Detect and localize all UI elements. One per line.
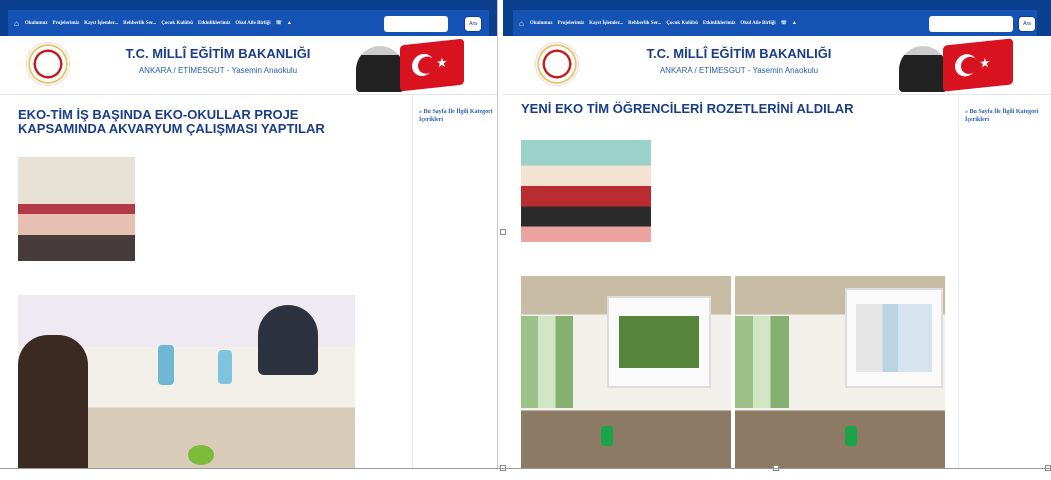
nav-item-okul-aile[interactable]: Okul Aile Birliği xyxy=(740,21,775,26)
site-title: T.C. MİLLÎ EĞİTİM BAKANLIĞI xyxy=(125,46,311,61)
bottom-border xyxy=(0,468,1051,469)
crescent-shape xyxy=(955,53,977,78)
search-button[interactable]: Ara xyxy=(1018,16,1036,32)
nav-item-etkinliklerimiz[interactable]: Etkinliklerimiz xyxy=(703,21,736,26)
site-subtitle: ANKARA / ETİMESGUT - Yasemin Anaokulu xyxy=(659,66,819,75)
water-bottle-2 xyxy=(218,350,232,384)
nav-item-projelerimiz[interactable]: Projelerimiz xyxy=(558,21,585,26)
sidebar-category-link[interactable]: » Bu Sayfa İle İlgili Kategori İçerikler… xyxy=(419,108,494,124)
site-header: T.C. MİLLÎ EĞİTİM BAKANLIĞI ANKARA / ETİ… xyxy=(0,36,497,95)
left-screenshot: ⌂ Okulumuz Projelerimiz Kayıt İşlemler..… xyxy=(0,0,497,468)
turkish-flag: ★ xyxy=(400,38,464,92)
article-title: YENİ EKO TİM ÖĞRENCİLERİ ROZETLERİNİ ALD… xyxy=(521,101,854,116)
article-photo-children xyxy=(18,157,135,261)
child-figure-left xyxy=(18,335,88,468)
star-icon: ★ xyxy=(436,54,448,71)
nav-item-okul-aile[interactable]: Okul Aile Birliği xyxy=(235,21,270,26)
water-bottle xyxy=(158,345,174,385)
nav-item-cocuk-kulubu[interactable]: Çocuk Kulübü xyxy=(161,21,193,26)
child-figure xyxy=(258,305,318,375)
nav-item-okulumuz[interactable]: Okulumuz xyxy=(530,21,553,26)
nav-item-cocuk-kulubu[interactable]: Çocuk Kulübü xyxy=(666,21,698,26)
green-chair xyxy=(845,426,857,446)
projection-screen xyxy=(845,288,943,388)
search-input[interactable] xyxy=(929,16,1013,32)
sidebar: » Bu Sayfa İle İlgili Kategori İçerikler… xyxy=(958,94,1051,468)
green-lid xyxy=(188,445,214,465)
search-input[interactable] xyxy=(384,16,448,32)
right-screenshot: ⌂ Okulumuz Projelerimiz Kayıt İşlemler..… xyxy=(503,0,1051,468)
meb-logo[interactable] xyxy=(26,42,70,86)
home-icon[interactable]: ⌂ xyxy=(14,19,19,28)
ataturk-image xyxy=(899,46,947,92)
home-icon[interactable]: ⌂ xyxy=(519,19,524,28)
article-title: EKO-TİM İŞ BAŞINDA EKO-OKULLAR PROJE KAP… xyxy=(18,107,325,136)
site-subtitle: ANKARA / ETİMESGUT - Yasemin Anaokulu xyxy=(138,66,298,75)
article-photo-aquarium xyxy=(18,295,355,468)
nav-item-okulumuz[interactable]: Okulumuz xyxy=(25,21,48,26)
nav-item-etkinliklerimiz[interactable]: Etkinliklerimiz xyxy=(198,21,231,26)
search-button[interactable]: Ara xyxy=(464,16,482,32)
site-header: T.C. MİLLÎ EĞİTİM BAKANLIĞI ANKARA / ETİ… xyxy=(503,36,1051,95)
star-icon: ★ xyxy=(979,54,991,71)
window xyxy=(735,316,789,408)
nav-item-rehberlik[interactable]: Rehberlik Ser... xyxy=(628,21,661,26)
turkish-flag: ★ xyxy=(943,38,1013,92)
panel-divider xyxy=(497,0,498,468)
crescent-shape xyxy=(412,52,434,78)
article-photo-group xyxy=(521,140,651,242)
green-chair xyxy=(601,426,613,446)
resize-handle-left[interactable] xyxy=(500,229,506,235)
person-icon[interactable]: ▲ xyxy=(792,21,797,26)
article-photo-projection-1 xyxy=(521,276,731,468)
nav-item-kayit[interactable]: Kayıt İşlemler... xyxy=(84,21,118,26)
nav-item-projelerimiz[interactable]: Projelerimiz xyxy=(53,21,80,26)
ataturk-image xyxy=(356,46,404,92)
sidebar-category-link[interactable]: » Bu Sayfa İle İlgili Kategori İçerikler… xyxy=(965,108,1048,124)
projected-slide xyxy=(856,304,932,372)
phone-icon[interactable]: ☏ xyxy=(781,20,787,26)
sidebar: » Bu Sayfa İle İlgili Kategori İçerikler… xyxy=(412,94,497,468)
site-title: T.C. MİLLÎ EĞİTİM BAKANLIĞI xyxy=(646,46,832,61)
phone-icon[interactable]: ☏ xyxy=(276,20,282,26)
meb-logo[interactable] xyxy=(535,42,579,86)
nav-item-kayit[interactable]: Kayıt İşlemler... xyxy=(589,21,623,26)
projected-slide xyxy=(619,315,699,369)
window xyxy=(521,316,573,408)
top-navigation: ⌂ Okulumuz Projelerimiz Kayıt İşlemler..… xyxy=(503,0,1051,36)
nav-item-rehberlik[interactable]: Rehberlik Ser... xyxy=(123,21,156,26)
top-navigation: ⌂ Okulumuz Projelerimiz Kayıt İşlemler..… xyxy=(0,0,497,36)
projection-screen xyxy=(607,296,711,388)
article-photo-projection-2 xyxy=(735,276,945,468)
person-icon[interactable]: ▲ xyxy=(287,21,292,26)
